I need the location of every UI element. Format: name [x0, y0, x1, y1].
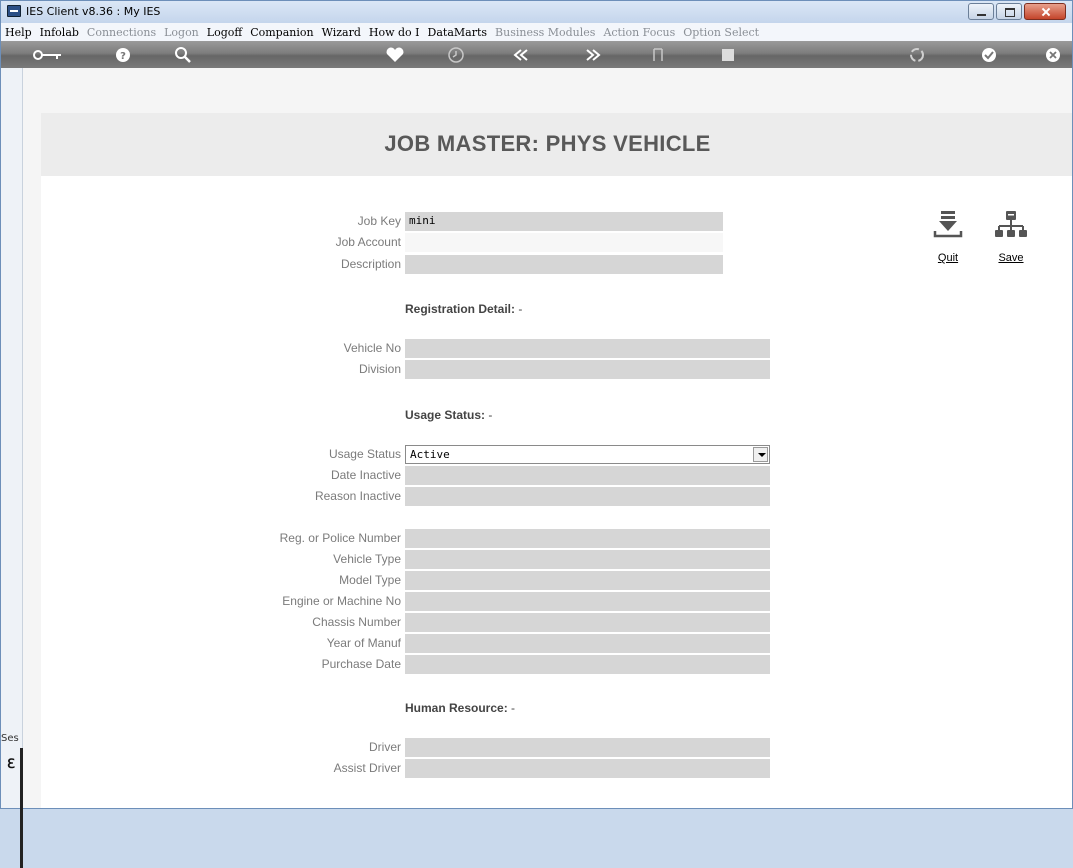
menu-infolab[interactable]: Infolab	[40, 26, 79, 39]
registration-section-heading: Registration Detail: -	[405, 302, 522, 316]
date-inactive-field[interactable]	[405, 466, 770, 485]
chevron-down-icon[interactable]	[753, 447, 768, 462]
heart-icon[interactable]	[383, 46, 407, 64]
usage-status-label: Usage Status	[328, 447, 401, 461]
usage-section-label: Usage Status:	[405, 408, 486, 422]
chassis-number-field[interactable]	[405, 613, 770, 632]
menu-help[interactable]: Help	[5, 26, 32, 39]
purchase-date-label: Purchase Date	[321, 657, 401, 671]
human-section-label: Human Resource:	[405, 701, 508, 715]
menu-connections[interactable]: Connections	[87, 26, 156, 39]
app-icon	[7, 5, 21, 17]
document-icon[interactable]: ℇ	[7, 756, 15, 772]
job-account-label: Job Account	[335, 235, 401, 249]
recycle-icon[interactable]	[905, 46, 929, 64]
menu-action-focus[interactable]: Action Focus	[603, 26, 675, 39]
clock-icon[interactable]	[444, 46, 468, 64]
save-label: Save	[998, 252, 1024, 264]
menu-wizard[interactable]: Wizard	[322, 26, 361, 39]
vehicle-no-field[interactable]	[405, 339, 770, 358]
assist-driver-label: Assist Driver	[333, 761, 401, 775]
vehicle-type-label: Vehicle Type	[333, 552, 401, 566]
engine-no-label: Engine or Machine No	[282, 594, 401, 608]
key-icon[interactable]	[31, 46, 65, 64]
job-key-label: Job Key	[357, 214, 401, 228]
window-title: IES Client v8.36 : My IES	[26, 5, 161, 18]
division-field[interactable]	[405, 360, 770, 379]
minimize-button[interactable]	[968, 3, 994, 20]
back-icon[interactable]	[509, 46, 533, 64]
reg-number-label: Reg. or Police Number	[279, 531, 401, 545]
human-resource-section-heading: Human Resource: -	[405, 701, 515, 715]
reason-inactive-field[interactable]	[405, 487, 770, 506]
page-title: JOB MASTER: PHYS VEHICLE	[384, 131, 711, 156]
vehicle-no-label: Vehicle No	[343, 341, 401, 355]
chassis-number-label: Chassis Number	[312, 615, 401, 629]
quit-button[interactable]: Quit	[928, 209, 968, 264]
forward-icon[interactable]	[581, 46, 605, 64]
usage-status-value: Active	[410, 448, 450, 461]
driver-label: Driver	[369, 740, 401, 754]
menu-option-select[interactable]: Option Select	[683, 26, 759, 39]
toolbar: ?	[1, 41, 1072, 68]
registration-section-suffix: -	[518, 302, 523, 316]
quit-label: Quit	[937, 252, 959, 264]
division-label: Division	[358, 362, 401, 376]
quit-icon	[933, 211, 963, 238]
year-of-manuf-label: Year of Manuf	[326, 636, 401, 650]
job-key-field[interactable]: mini	[405, 212, 723, 231]
usage-status-select[interactable]: Active	[405, 445, 770, 464]
menu-datamarts[interactable]: DataMarts	[428, 26, 488, 39]
purchase-date-field[interactable]	[405, 655, 770, 674]
check-icon[interactable]	[977, 46, 1001, 64]
registration-section-label: Registration Detail:	[405, 302, 516, 316]
title-bar: IES Client v8.36 : My IES	[1, 1, 1072, 23]
close-icon[interactable]	[1041, 46, 1065, 64]
stop-icon[interactable]	[716, 46, 740, 64]
description-label: Description	[340, 257, 401, 271]
search-icon[interactable]	[171, 46, 195, 64]
model-type-field[interactable]	[405, 571, 770, 590]
year-of-manuf-field[interactable]	[405, 634, 770, 653]
menu-business-modules[interactable]: Business Modules	[495, 26, 595, 39]
date-inactive-label: Date Inactive	[330, 468, 401, 482]
main-content: JOB MASTER: PHYS VEHICLE Job Key mini Jo…	[23, 68, 1072, 808]
form-area: Job Key mini Job Account Description Reg…	[41, 176, 1072, 808]
reg-number-field[interactable]	[405, 529, 770, 548]
model-type-label: Model Type	[339, 573, 401, 587]
usage-section-heading: Usage Status: -	[405, 408, 492, 422]
left-sidebar: Ses ℇ	[1, 68, 23, 868]
driver-field[interactable]	[405, 738, 770, 757]
tree-icon[interactable]	[646, 46, 670, 64]
reason-inactive-label: Reason Inactive	[314, 489, 401, 503]
human-section-suffix: -	[511, 701, 516, 715]
app-window: IES Client v8.36 : My IES Help Infolab C…	[0, 0, 1073, 868]
menu-how-do-i[interactable]: How do I	[369, 26, 420, 39]
session-label: Ses	[1, 733, 19, 744]
svg-text:?: ?	[120, 51, 126, 62]
menu-companion[interactable]: Companion	[250, 26, 313, 39]
save-button[interactable]: Save	[991, 209, 1031, 264]
close-window-button[interactable]	[1024, 3, 1066, 20]
assist-driver-field[interactable]	[405, 759, 770, 778]
engine-no-field[interactable]	[405, 592, 770, 611]
job-account-field[interactable]	[405, 233, 723, 252]
help-icon[interactable]: ?	[111, 46, 135, 64]
usage-section-suffix: -	[488, 408, 493, 422]
menu-logoff[interactable]: Logoff	[207, 26, 242, 39]
save-icon	[995, 211, 1027, 237]
description-field[interactable]	[405, 255, 723, 274]
vehicle-type-field[interactable]	[405, 550, 770, 569]
menu-logon[interactable]: Logon	[164, 26, 199, 39]
maximize-button[interactable]	[996, 3, 1022, 20]
menu-bar: Help Infolab Connections Logon Logoff Co…	[1, 23, 1072, 41]
